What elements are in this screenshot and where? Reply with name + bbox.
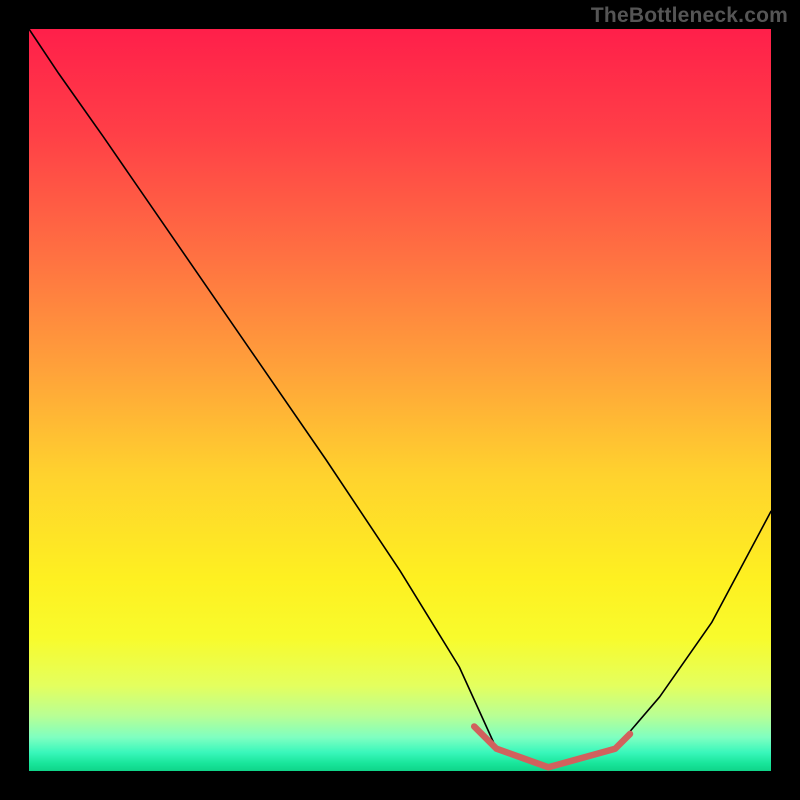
plot-area	[29, 29, 771, 771]
background-gradient	[29, 29, 771, 771]
watermark-text: TheBottleneck.com	[591, 4, 788, 28]
chart-frame: TheBottleneck.com	[0, 0, 800, 800]
